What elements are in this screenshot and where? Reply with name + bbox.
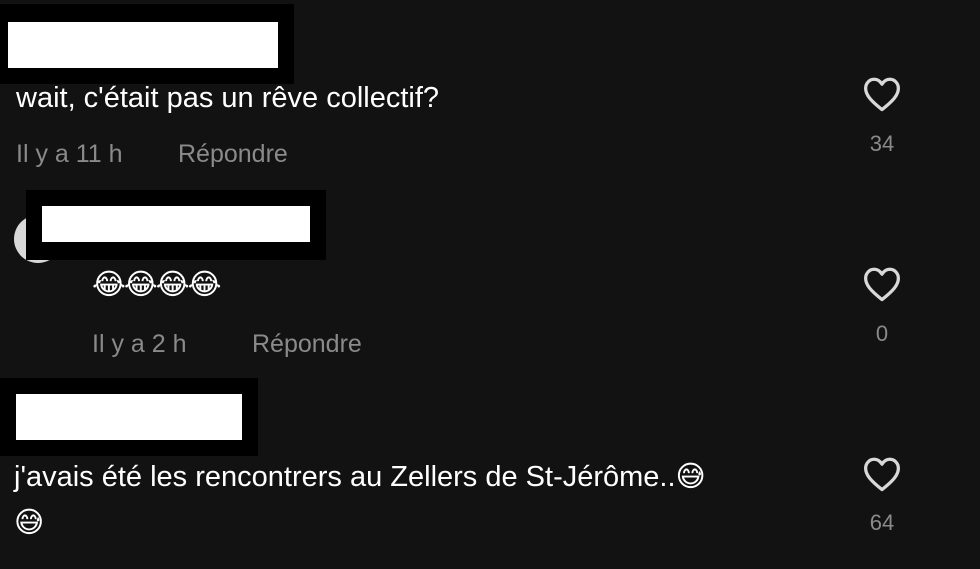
redacted-username-1 [0,4,294,84]
like-count: 34 [869,131,895,156]
redacted-username-3 [0,378,258,456]
like-heart-icon[interactable] [862,456,902,492]
like-count: 64 [869,510,895,535]
comment-text-line-1: j'avais été les rencontrers au Zellers d… [14,461,706,493]
reply-button[interactable]: Répondre [252,330,362,359]
comment-text: 😂😂😂😂 [92,267,222,301]
like-heart-icon[interactable] [862,266,902,302]
like-heart-icon[interactable] [862,76,902,112]
like-count: 0 [875,321,889,346]
comment-timestamp: Il y a 11 h [16,140,123,168]
comment-timestamp: Il y a 2 h [92,330,187,358]
redacted-username-2 [26,190,326,260]
comment-text-line-2: 😅 [14,505,45,539]
comment-text: wait, c'était pas un rêve collectif? [16,82,440,114]
reply-button[interactable]: Répondre [178,140,288,169]
